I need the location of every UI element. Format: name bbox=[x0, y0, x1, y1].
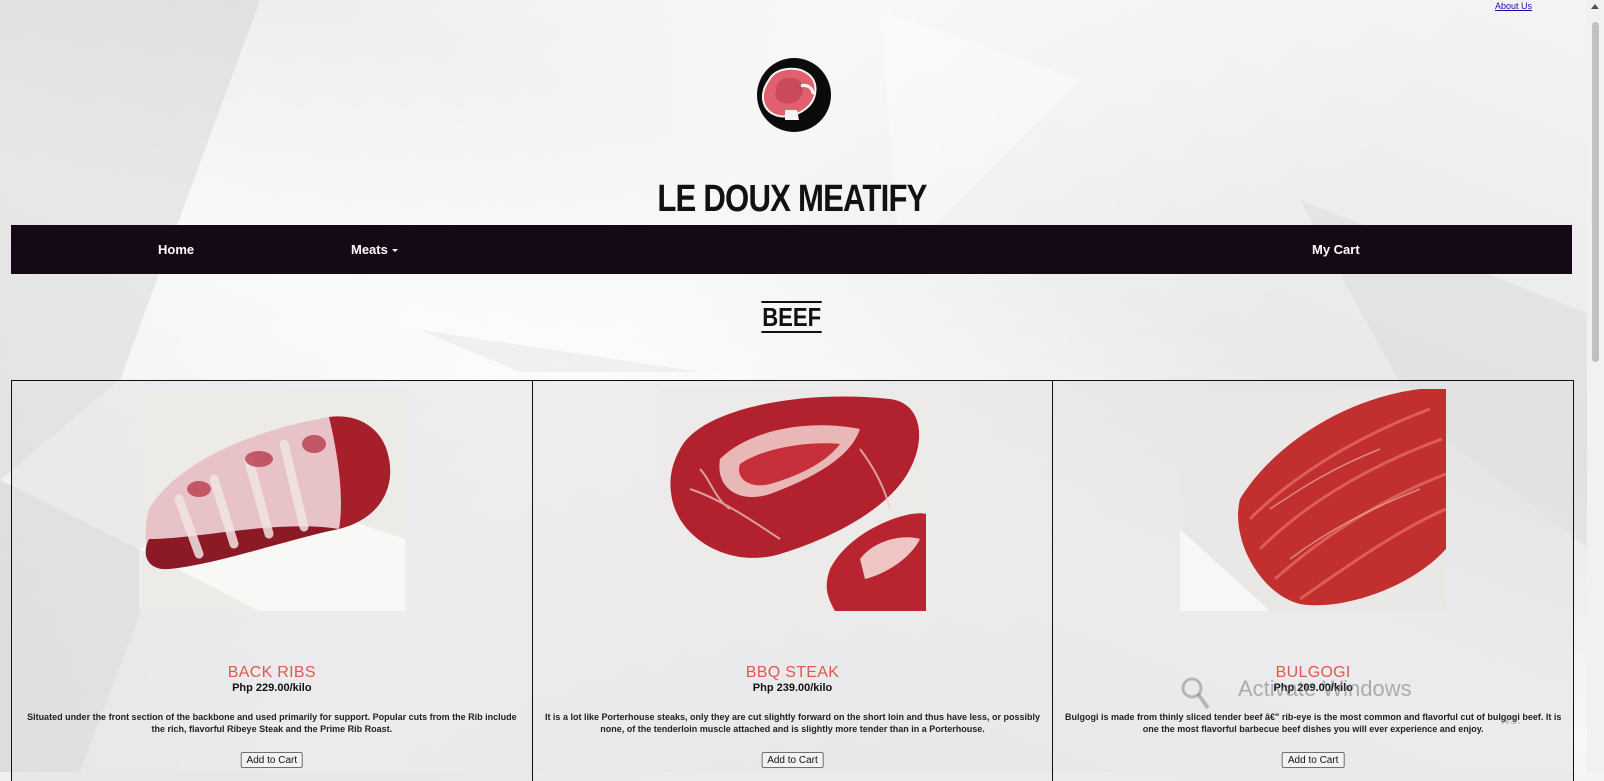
bbq-steak-photo bbox=[659, 389, 926, 611]
site-title: LE DOUX MEATIFY bbox=[657, 178, 927, 220]
product-description: Situated under the front section of the … bbox=[27, 712, 517, 734]
section-title: BEEF bbox=[761, 301, 823, 333]
back-ribs-photo bbox=[138, 389, 405, 611]
product-name: BULGOGI bbox=[1275, 664, 1351, 681]
nav-meats-dropdown[interactable]: Meats bbox=[351, 225, 398, 274]
section-heading: BEEF bbox=[0, 301, 1584, 333]
nav-meats-label: Meats bbox=[351, 242, 388, 257]
bulgogi-photo bbox=[1180, 389, 1447, 611]
add-to-cart-button[interactable]: Add to Cart bbox=[761, 752, 824, 768]
nav-my-cart[interactable]: My Cart bbox=[1312, 225, 1360, 274]
nav-home[interactable]: Home bbox=[158, 225, 194, 274]
product-card: BULGOGI Php 209.00/kilo Bulgogi is made … bbox=[1053, 381, 1574, 781]
product-grid: BACK RIBS Php 229.00/kilo Situated under… bbox=[11, 380, 1574, 781]
add-to-cart-button[interactable]: Add to Cart bbox=[1281, 752, 1345, 768]
about-us-link[interactable]: About Us bbox=[1495, 1, 1532, 11]
vertical-scrollbar[interactable] bbox=[1587, 0, 1604, 772]
product-card: BBQ STEAK Php 239.00/kilo It is a lot li… bbox=[532, 381, 1054, 781]
product-price: Php 209.00/kilo bbox=[1273, 682, 1353, 694]
product-card: BACK RIBS Php 229.00/kilo Situated under… bbox=[12, 381, 533, 781]
scrollbar-thumb[interactable] bbox=[1592, 22, 1599, 362]
brand-logo[interactable] bbox=[755, 54, 833, 136]
meat-steak-icon bbox=[757, 58, 831, 132]
product-price: Php 239.00/kilo bbox=[752, 682, 833, 694]
product-description: It is a lot like Porterhouse steaks, onl… bbox=[544, 712, 1041, 734]
product-name: BACK RIBS bbox=[227, 664, 316, 681]
product-price: Php 229.00/kilo bbox=[232, 682, 312, 694]
add-to-cart-button[interactable]: Add to Cart bbox=[240, 752, 304, 768]
caret-down-icon bbox=[391, 249, 398, 253]
main-nav: Home Meats My Cart bbox=[11, 225, 1572, 274]
product-name: BBQ STEAK bbox=[745, 664, 840, 681]
product-description: Bulgogi is made from thinly sliced tende… bbox=[1065, 712, 1562, 734]
scroll-up-arrow-icon[interactable] bbox=[1591, 4, 1599, 9]
